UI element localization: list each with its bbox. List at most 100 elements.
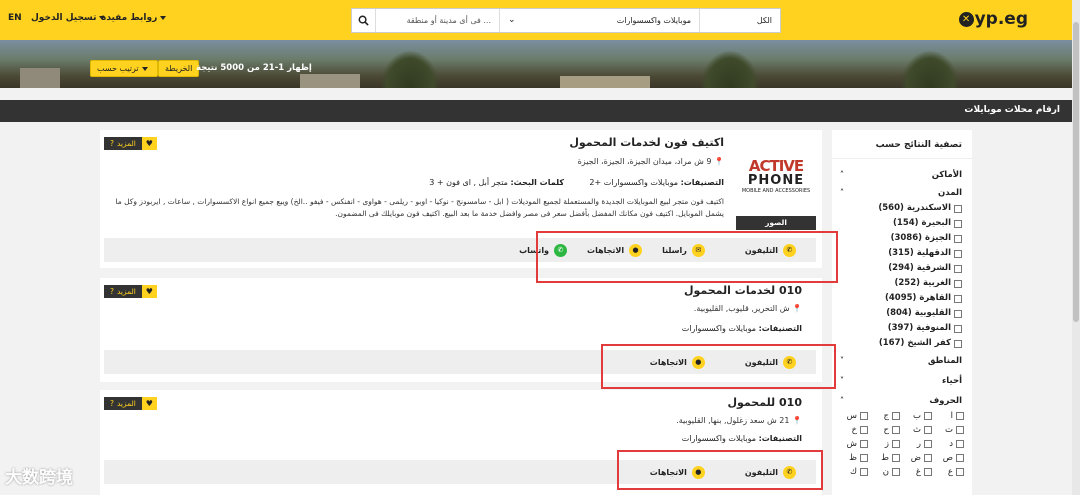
filter-cities-toggle[interactable]: المدن ˄ (832, 185, 972, 201)
sort-button[interactable]: ترتيب حسب (90, 60, 158, 77)
more-button[interactable]: المزيد? (104, 397, 142, 410)
checkbox[interactable] (956, 426, 964, 434)
checkbox[interactable] (954, 204, 962, 213)
letter-filter[interactable]: ن (868, 467, 900, 477)
listing-title[interactable]: 010 للمحمول (727, 396, 802, 409)
checkbox[interactable] (954, 309, 962, 318)
listing-title[interactable]: اكتيف فون لخدمات المحمول (569, 136, 724, 149)
checkbox[interactable] (924, 440, 932, 448)
checkbox[interactable] (924, 412, 932, 420)
city-filter[interactable]: البحيرة (154) (832, 216, 972, 231)
keywords-value[interactable]: متجر أبل , اى فون + 3 (429, 178, 508, 187)
categories-value[interactable]: موبايلات واكسسوارات +2 (589, 178, 678, 187)
favorite-button[interactable]: ♥ (141, 137, 157, 150)
categories-value[interactable]: موبايلات واكسسوارات (682, 434, 756, 443)
chevron-down-icon (141, 66, 148, 71)
city-filter[interactable]: الدقهلية (315) (832, 246, 972, 261)
categories-value[interactable]: موبايلات واكسسوارات (682, 324, 756, 333)
letter-filter[interactable]: غ (900, 467, 932, 477)
checkbox[interactable] (954, 234, 962, 243)
category-select[interactable]: ⌄ موبايلات واكسسوارات (500, 9, 700, 32)
city-filter[interactable]: القاهرة (4095) (832, 291, 972, 306)
scrollbar[interactable] (1072, 0, 1080, 495)
letter-filter[interactable]: ش (836, 439, 868, 449)
more-button[interactable]: المزيد? (104, 137, 142, 150)
letter-label: د (949, 439, 953, 449)
checkbox[interactable] (924, 468, 932, 476)
filter-places-toggle[interactable]: الأماكن ˄ (832, 165, 972, 185)
search-button[interactable] (352, 9, 376, 32)
language-switch[interactable]: EN (8, 13, 22, 23)
letter-filter[interactable]: ط (868, 453, 900, 463)
city-filter[interactable]: الشرقية (294) (832, 261, 972, 276)
city-filter[interactable]: المنوفية (397) (832, 321, 972, 336)
letter-filter[interactable]: ح (868, 425, 900, 435)
letter-filter[interactable]: س (836, 411, 868, 421)
useful-links-menu[interactable]: روابط مفيدة (101, 13, 169, 23)
letter-filter[interactable]: ض (900, 453, 932, 463)
letter-filter[interactable]: ت (932, 425, 964, 435)
checkbox[interactable] (956, 440, 964, 448)
checkbox[interactable] (892, 440, 900, 448)
checkbox[interactable] (954, 249, 962, 258)
checkbox[interactable] (892, 426, 900, 434)
checkbox[interactable] (954, 294, 962, 303)
checkbox[interactable] (924, 426, 932, 434)
checkbox[interactable] (954, 279, 962, 288)
categories-label: التصنيفات: (758, 324, 802, 333)
filter-districts-label: أحياء (941, 376, 962, 386)
letter-filter[interactable]: د (932, 439, 964, 449)
letter-filter[interactable]: ب (900, 411, 932, 421)
scope-select[interactable]: الكل (700, 9, 780, 32)
checkbox[interactable] (860, 412, 868, 420)
city-label: القاهرة (4095) (884, 293, 951, 303)
letter-filter[interactable]: ا (932, 411, 964, 421)
listing-title[interactable]: 010 لخدمات المحمول (684, 284, 802, 297)
letter-filter[interactable]: ع (932, 467, 964, 477)
checkbox[interactable] (860, 426, 868, 434)
letter-filter[interactable]: ر (900, 439, 932, 449)
map-button[interactable]: الخريطة (158, 60, 200, 77)
city-filter[interactable]: الغربية (252) (832, 276, 972, 291)
checkbox[interactable] (860, 454, 868, 462)
favorite-button[interactable]: ♥ (141, 285, 157, 298)
checkbox[interactable] (954, 324, 962, 333)
location-pin-icon: 📍 (792, 304, 802, 313)
checkbox[interactable] (892, 468, 900, 476)
search-bar: ... فى أى مدينة أو منطقة ⌄ موبايلات واكسس… (351, 8, 781, 33)
site-logo[interactable]: ✕ yp.eg (958, 9, 1028, 29)
filter-letters-toggle[interactable]: الحروف ˄ (832, 391, 972, 411)
city-filter[interactable]: الاسكندرية (560) (832, 201, 972, 216)
checkbox[interactable] (954, 339, 962, 348)
letter-filter[interactable]: ظ (836, 453, 868, 463)
letter-filter[interactable]: خ (836, 425, 868, 435)
listing-logo[interactable]: ACTIVE PHONE MOBILE AND ACCESSORIES (736, 158, 816, 224)
letter-filter[interactable]: ث (900, 425, 932, 435)
letter-filter[interactable]: ص (932, 453, 964, 463)
filter-areas-toggle[interactable]: المناطق ˅ (832, 351, 972, 371)
letter-filter[interactable]: ج (868, 411, 900, 421)
filter-districts-toggle[interactable]: أحياء ˅ (832, 371, 972, 391)
more-button[interactable]: المزيد? (104, 285, 142, 298)
checkbox[interactable] (956, 412, 964, 420)
letter-filter[interactable]: ك (836, 467, 868, 477)
checkbox[interactable] (956, 468, 964, 476)
city-filter[interactable]: القليوبية (804) (832, 306, 972, 321)
checkbox[interactable] (860, 468, 868, 476)
photos-button[interactable]: الصور (736, 216, 816, 230)
login-menu[interactable]: تسجيل الدخول (31, 13, 108, 23)
checkbox[interactable] (892, 454, 900, 462)
checkbox[interactable] (892, 412, 900, 420)
city-filter[interactable]: كفر الشيخ (167) (832, 336, 972, 351)
location-input[interactable]: ... فى أى مدينة أو منطقة (376, 9, 500, 32)
letter-filter[interactable]: ز (868, 439, 900, 449)
favorite-button[interactable]: ♥ (141, 397, 157, 410)
checkbox[interactable] (954, 264, 962, 273)
checkbox[interactable] (954, 219, 962, 228)
letter-label: ش (846, 439, 857, 449)
checkbox[interactable] (860, 440, 868, 448)
scrollbar-thumb[interactable] (1073, 22, 1079, 322)
checkbox[interactable] (924, 454, 932, 462)
checkbox[interactable] (956, 454, 964, 462)
city-filter[interactable]: الجيزة (3086) (832, 231, 972, 246)
